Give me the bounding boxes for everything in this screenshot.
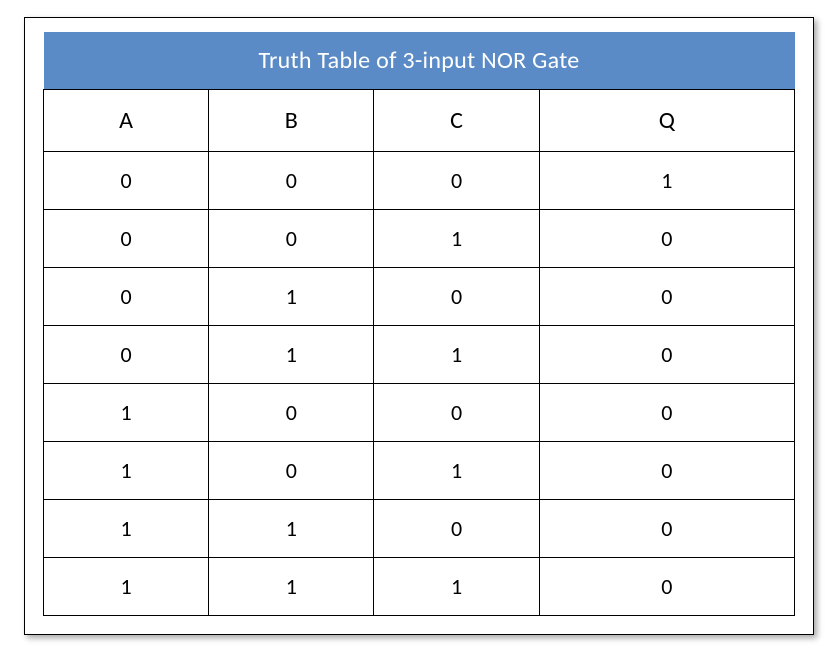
cell-c: 0 bbox=[374, 500, 539, 558]
cell-c: 0 bbox=[374, 152, 539, 210]
cell-q: 0 bbox=[539, 210, 794, 268]
cell-q: 0 bbox=[539, 268, 794, 326]
table-title: Truth Table of 3-input NOR Gate bbox=[44, 32, 795, 90]
cell-c: 1 bbox=[374, 558, 539, 616]
cell-q: 1 bbox=[539, 152, 794, 210]
cell-b: 0 bbox=[209, 210, 374, 268]
cell-a: 1 bbox=[44, 558, 209, 616]
cell-c: 0 bbox=[374, 384, 539, 442]
cell-q: 0 bbox=[539, 442, 794, 500]
cell-a: 1 bbox=[44, 442, 209, 500]
cell-q: 0 bbox=[539, 384, 794, 442]
cell-q: 0 bbox=[539, 500, 794, 558]
cell-a: 1 bbox=[44, 500, 209, 558]
table-row: 1 0 0 0 bbox=[44, 384, 795, 442]
cell-b: 1 bbox=[209, 500, 374, 558]
cell-b: 0 bbox=[209, 152, 374, 210]
column-header-q: Q bbox=[539, 90, 794, 152]
cell-c: 1 bbox=[374, 442, 539, 500]
table-row: 0 1 0 0 bbox=[44, 268, 795, 326]
table-row: 0 1 1 0 bbox=[44, 326, 795, 384]
table-row: 0 0 1 0 bbox=[44, 210, 795, 268]
cell-b: 1 bbox=[209, 326, 374, 384]
cell-c: 0 bbox=[374, 268, 539, 326]
cell-a: 1 bbox=[44, 384, 209, 442]
table-row: 1 0 1 0 bbox=[44, 442, 795, 500]
table-row: 0 0 0 1 bbox=[44, 152, 795, 210]
table-container: Truth Table of 3-input NOR Gate A B C Q … bbox=[24, 17, 814, 635]
table-row: 1 1 0 0 bbox=[44, 500, 795, 558]
table-body: 0 0 0 1 0 0 1 0 0 1 0 0 0 1 1 0 bbox=[44, 152, 795, 616]
cell-b: 1 bbox=[209, 268, 374, 326]
cell-c: 1 bbox=[374, 326, 539, 384]
cell-q: 0 bbox=[539, 558, 794, 616]
table-row: 1 1 1 0 bbox=[44, 558, 795, 616]
column-header-a: A bbox=[44, 90, 209, 152]
table-header-row: A B C Q bbox=[44, 90, 795, 152]
cell-b: 1 bbox=[209, 558, 374, 616]
cell-a: 0 bbox=[44, 210, 209, 268]
cell-a: 0 bbox=[44, 268, 209, 326]
column-header-b: B bbox=[209, 90, 374, 152]
cell-c: 1 bbox=[374, 210, 539, 268]
truth-table: Truth Table of 3-input NOR Gate A B C Q … bbox=[43, 32, 795, 616]
cell-a: 0 bbox=[44, 152, 209, 210]
cell-q: 0 bbox=[539, 326, 794, 384]
column-header-c: C bbox=[374, 90, 539, 152]
cell-b: 0 bbox=[209, 442, 374, 500]
cell-a: 0 bbox=[44, 326, 209, 384]
cell-b: 0 bbox=[209, 384, 374, 442]
